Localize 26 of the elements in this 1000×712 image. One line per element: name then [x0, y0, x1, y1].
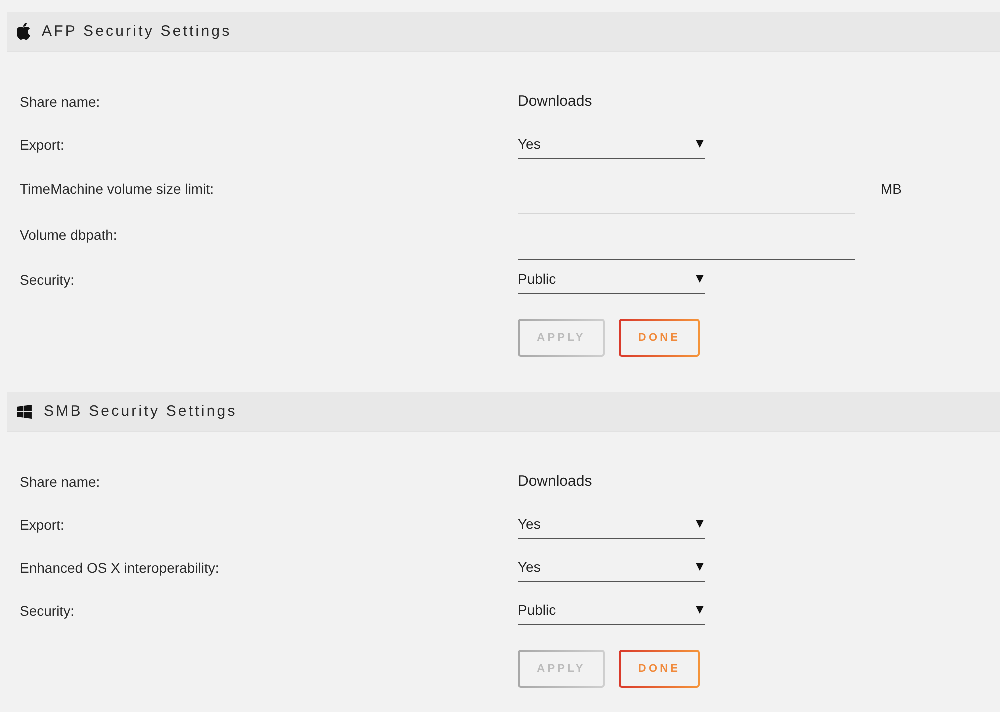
unit-label: MB — [881, 181, 902, 197]
apple-icon — [17, 23, 31, 40]
dropdown-field[interactable]: Yes — [518, 510, 705, 538]
caret-icon — [696, 275, 704, 283]
field-label: Volume dbpath: — [20, 227, 118, 243]
field-label: Export: — [20, 136, 66, 152]
section-title: AFP Security Settings — [42, 23, 232, 40]
field-label: Security: — [20, 602, 76, 618]
caret-icon — [696, 520, 704, 528]
caret-icon — [696, 563, 704, 571]
field-label: Share name: — [20, 474, 102, 490]
caret-icon — [696, 606, 704, 614]
dropdown-field[interactable]: Yes — [518, 554, 705, 582]
dropdown-field[interactable]: Public — [518, 596, 705, 624]
windows-grid-icon — [17, 404, 32, 418]
field-label: Enhanced OS X interoperability: — [20, 560, 220, 576]
dropdown-field[interactable]: Public — [518, 266, 705, 294]
section-title: SMB Security Settings — [44, 403, 238, 420]
field-label: Export: — [20, 516, 66, 532]
dropdown-field[interactable]: Yes — [518, 130, 705, 158]
caret-icon — [696, 140, 704, 148]
field-value: Downloads — [518, 93, 592, 110]
field-label: Share name: — [20, 94, 102, 110]
field-label: Security: — [20, 272, 76, 288]
field-label: TimeMachine volume size limit: — [20, 181, 215, 197]
field-value: Downloads — [518, 473, 592, 490]
